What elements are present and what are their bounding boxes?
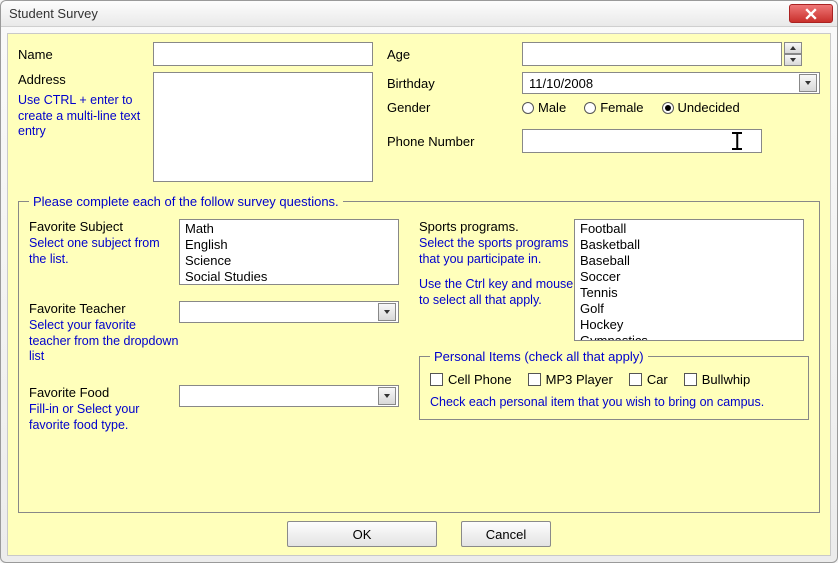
check-label: Cell Phone [448,372,512,387]
checkbox-icon [528,373,541,386]
age-spin-down[interactable] [784,54,802,66]
phone-label: Phone Number [387,134,522,149]
window-title: Student Survey [9,6,98,21]
cancel-button[interactable]: Cancel [461,521,551,547]
list-item[interactable]: Baseball [576,253,802,269]
age-input[interactable] [522,42,782,66]
close-button[interactable] [789,4,833,23]
list-item[interactable]: Social Studies [181,269,397,285]
list-item[interactable]: Basketball [576,237,802,253]
button-row: OK Cancel [18,513,820,549]
list-item[interactable]: English [181,237,397,253]
sports-listbox[interactable]: Football Basketball Baseball Soccer Tenn… [574,219,804,341]
sports-hint-2: Use the Ctrl key and mouse to select all… [419,277,574,308]
dialog-window: Student Survey Name Address Use CTRL + e… [0,0,838,563]
checkbox-icon [629,373,642,386]
address-label: Address [18,72,153,87]
check-label: MP3 Player [546,372,613,387]
list-item[interactable]: Math [181,221,397,237]
teacher-dropdown-button[interactable] [378,303,396,321]
list-item[interactable]: Golf [576,301,802,317]
checkbox-icon [684,373,697,386]
name-label: Name [18,47,153,62]
check-bullwhip[interactable]: Bullwhip [684,372,750,387]
chevron-down-icon [383,392,391,400]
food-combobox[interactable] [179,385,399,407]
content-panel: Name Address Use CTRL + enter to create … [7,33,831,556]
food-dropdown-button[interactable] [378,387,396,405]
check-car[interactable]: Car [629,372,668,387]
address-input[interactable] [153,72,373,182]
name-input[interactable] [153,42,373,66]
chevron-down-icon [804,79,812,87]
check-label: Bullwhip [702,372,750,387]
age-label: Age [387,47,522,62]
address-hint: Use CTRL + enter to create a multi-line … [18,93,153,140]
radio-icon [662,102,674,114]
personal-items-group: Personal Items (check all that apply) Ce… [419,349,809,420]
close-icon [805,8,817,20]
teacher-label: Favorite Teacher [29,301,179,316]
survey-group: Please complete each of the follow surve… [18,194,820,513]
radio-icon [522,102,534,114]
check-label: Car [647,372,668,387]
list-item[interactable]: Gymnastics [576,333,802,341]
radio-label: Male [538,100,566,115]
survey-legend: Please complete each of the follow surve… [29,194,343,209]
age-spin-up[interactable] [784,42,802,54]
personal-hint: Check each personal item that you wish t… [430,395,798,411]
list-item[interactable]: Tennis [576,285,802,301]
sports-hint-1: Select the sports programs that you part… [419,236,574,267]
check-cell-phone[interactable]: Cell Phone [430,372,512,387]
chevron-down-icon [383,308,391,316]
gender-radio-undecided[interactable]: Undecided [662,100,740,115]
birthday-dropdown-button[interactable] [799,74,817,92]
sports-label: Sports programs. [419,219,574,234]
subject-label: Favorite Subject [29,219,179,234]
birthday-value: 11/10/2008 [529,76,799,91]
teacher-combobox[interactable] [179,301,399,323]
teacher-hint: Select your favorite teacher from the dr… [29,318,179,365]
phone-input[interactable] [522,129,762,153]
birthday-picker[interactable]: 11/10/2008 [522,72,820,94]
subject-listbox[interactable]: Math English Science Social Studies [179,219,399,285]
food-hint: Fill-in or Select your favorite food typ… [29,402,179,433]
gender-label: Gender [387,100,522,115]
gender-radio-male[interactable]: Male [522,100,566,115]
food-label: Favorite Food [29,385,179,400]
list-item[interactable]: Soccer [576,269,802,285]
checkbox-icon [430,373,443,386]
list-item[interactable]: Science [181,253,397,269]
subject-hint: Select one subject from the list. [29,236,179,267]
radio-label: Undecided [678,100,740,115]
check-mp3-player[interactable]: MP3 Player [528,372,613,387]
radio-label: Female [600,100,643,115]
personal-legend: Personal Items (check all that apply) [430,349,648,364]
ok-button[interactable]: OK [287,521,437,547]
birthday-label: Birthday [387,76,522,91]
gender-radio-female[interactable]: Female [584,100,643,115]
list-item[interactable]: Hockey [576,317,802,333]
list-item[interactable]: Football [576,221,802,237]
radio-icon [584,102,596,114]
titlebar: Student Survey [1,1,837,27]
